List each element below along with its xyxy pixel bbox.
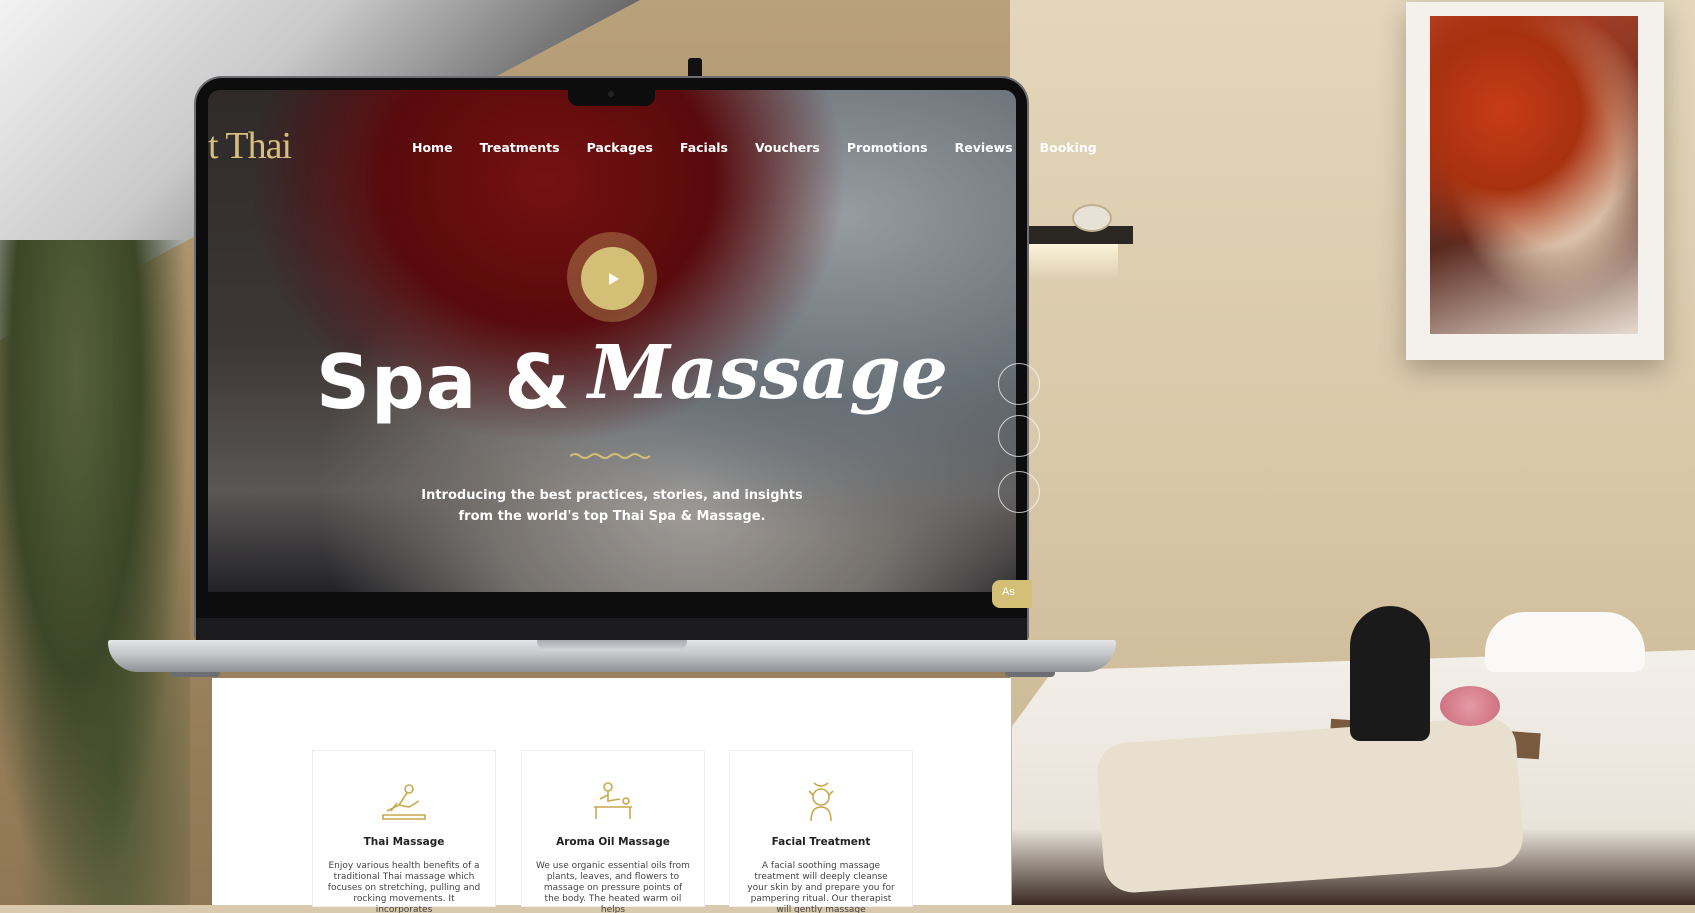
- service-card-thai-massage[interactable]: Thai Massage Enjoy various health benefi…: [312, 750, 496, 913]
- service-title: Aroma Oil Massage: [556, 836, 670, 848]
- play-icon: [608, 272, 619, 285]
- nav-home[interactable]: Home: [412, 140, 453, 155]
- nav-treatments[interactable]: Treatments: [480, 140, 560, 155]
- laptop-foot-left: [170, 672, 220, 677]
- play-button[interactable]: [581, 247, 644, 310]
- service-description: Enjoy various health benefits of a tradi…: [327, 861, 481, 913]
- hero-title-italic: Massage: [588, 330, 948, 416]
- hero-title-main: Spa &: [316, 338, 571, 426]
- folded-robe: [1095, 715, 1525, 895]
- oil-burner: [1350, 606, 1430, 741]
- side-button-phone[interactable]: [998, 363, 1040, 405]
- site-logo[interactable]: t Thai: [208, 124, 292, 168]
- nav-promotions[interactable]: Promotions: [847, 140, 928, 155]
- plant: [0, 240, 190, 905]
- laptop-chin: [196, 618, 1027, 640]
- service-title: Thai Massage: [363, 836, 445, 848]
- rolled-towel: [1485, 612, 1645, 672]
- camera-icon: [608, 91, 614, 97]
- carnation-flower: [1440, 686, 1500, 726]
- nav-booking[interactable]: Booking: [1040, 140, 1097, 155]
- nav-packages[interactable]: Packages: [587, 140, 653, 155]
- service-description: We use organic essential oils from plant…: [536, 861, 690, 913]
- ask-button[interactable]: As: [992, 580, 1032, 608]
- clock: [1072, 204, 1112, 232]
- pump-bottle: [688, 58, 702, 78]
- nav-reviews[interactable]: Reviews: [955, 140, 1013, 155]
- laptop-notch-lip: [537, 640, 687, 651]
- main-nav: Home Treatments Packages Facials Voucher…: [412, 140, 1124, 155]
- nav-facials[interactable]: Facials: [680, 140, 728, 155]
- aroma-oil-massage-icon: [594, 782, 632, 819]
- side-button-instagram[interactable]: [998, 471, 1040, 513]
- facial-treatment-icon: [808, 782, 834, 822]
- service-title: Facial Treatment: [771, 836, 871, 848]
- thai-massage-icon: [382, 784, 426, 820]
- painting: [1430, 16, 1638, 334]
- side-button-price[interactable]: [998, 415, 1040, 457]
- service-card-facial-treatment[interactable]: Facial Treatment A facial soothing massa…: [729, 750, 913, 913]
- wave-divider-icon: [570, 453, 651, 459]
- hero-subtitle: Introducing the best practices, stories,…: [421, 488, 803, 524]
- service-description: A facial soothing massage treatment will…: [747, 861, 895, 913]
- nav-vouchers[interactable]: Vouchers: [755, 140, 820, 155]
- shelf-light: [1028, 244, 1118, 280]
- service-card-aroma-oil-massage[interactable]: Aroma Oil Massage We use organic essenti…: [521, 750, 705, 913]
- laptop-foot-right: [1005, 672, 1055, 677]
